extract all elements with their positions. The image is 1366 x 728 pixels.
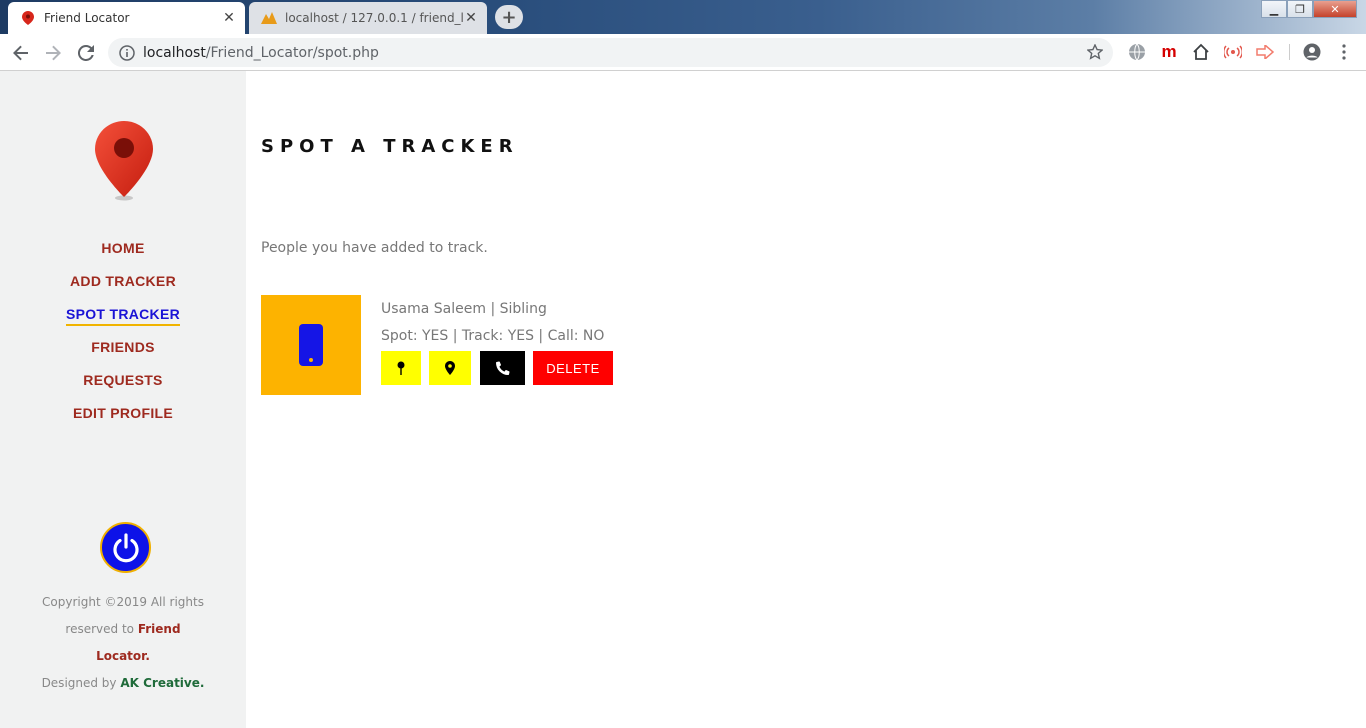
sidebar-item-edit-profile[interactable]: EDIT PROFILE (0, 403, 246, 436)
designer-link[interactable]: AK Creative. (120, 676, 204, 690)
url-path: /Friend_Locator/spot.php (205, 44, 379, 61)
forward-icon[interactable] (40, 40, 66, 66)
sidebar-item-label: SPOT TRACKER (65, 306, 181, 326)
toolbar-divider (1289, 44, 1290, 60)
home-icon[interactable] (1191, 42, 1211, 62)
tracker-status: Spot: YES | Track: YES | Call: NO (381, 328, 605, 344)
minimize-icon[interactable]: ▁ (1261, 0, 1287, 18)
sidebar-item-add-tracker[interactable]: ADD TRACKER (0, 271, 246, 304)
sidebar-footer: Copyright ©2019 All rights reserved to F… (30, 589, 216, 697)
close-tab-icon[interactable]: ✕ (463, 10, 479, 26)
brand-link-cont[interactable]: Locator. (96, 649, 150, 663)
m-extension-icon[interactable]: m (1159, 42, 1179, 62)
sidebar-item-requests[interactable]: REQUESTS (0, 370, 246, 403)
sidebar-item-label: HOME (101, 240, 145, 256)
spot-button[interactable] (381, 351, 421, 385)
url-text: localhost/Friend_Locator/spot.php (143, 45, 379, 61)
page-title: SPOT A TRACKER (261, 136, 519, 157)
phone-icon (495, 361, 510, 375)
copyright-reserved-text: reserved to (65, 622, 138, 636)
copyright-line3: Locator. (30, 643, 216, 670)
designed-by-text: Designed by (41, 676, 121, 690)
sidebar-item-home[interactable]: HOME (0, 238, 246, 271)
cast-extension-icon[interactable] (1223, 42, 1243, 62)
sidebar-item-spot-tracker[interactable]: SPOT TRACKER (0, 304, 246, 337)
power-icon (112, 532, 139, 562)
copyright-line2: reserved to Friend (30, 616, 216, 643)
url-host: localhost (143, 44, 206, 61)
logout-power-button[interactable] (100, 522, 151, 573)
sidebar-item-label: REQUESTS (83, 372, 163, 388)
tab-friend-locator[interactable]: Friend Locator ✕ (8, 2, 245, 34)
mobile-phone-icon (299, 324, 323, 366)
close-window-icon[interactable]: ✕ (1313, 0, 1357, 18)
chrome-menu-icon[interactable] (1334, 42, 1354, 62)
window-controls: ▁ ❐ ✕ (1261, 0, 1357, 18)
call-button[interactable] (480, 351, 525, 385)
map-pin-favicon-icon (20, 10, 36, 26)
copyright-line1: Copyright ©2019 All rights (42, 595, 204, 609)
profile-avatar-icon[interactable] (1302, 42, 1322, 62)
new-tab-button[interactable]: + (495, 5, 523, 29)
address-bar[interactable]: localhost/Friend_Locator/spot.php (108, 38, 1113, 67)
delete-button[interactable]: DELETE (533, 351, 613, 385)
designed-by-line: Designed by AK Creative. (30, 670, 216, 697)
tracker-avatar (261, 295, 361, 395)
bookmark-star-icon[interactable] (1086, 43, 1104, 60)
browser-toolbar: localhost/Friend_Locator/spot.php m (0, 34, 1366, 71)
brand-link[interactable]: Friend (138, 622, 181, 636)
track-button[interactable] (429, 351, 471, 385)
tab-phpmyadmin[interactable]: localhost / 127.0.0.1 / friend_loca ✕ (249, 2, 487, 34)
sidebar-item-label: ADD TRACKER (70, 273, 176, 289)
reload-icon[interactable] (73, 40, 99, 66)
tab-title: Friend Locator (44, 11, 130, 25)
phpmyadmin-favicon-icon (261, 10, 277, 26)
globe-extension-icon[interactable] (1127, 42, 1147, 62)
share-extension-icon[interactable] (1255, 42, 1275, 62)
tracker-name: Usama Saleem | Sibling (381, 301, 547, 317)
map-pin-logo-icon[interactable] (92, 119, 156, 201)
sidebar-item-friends[interactable]: FRIENDS (0, 337, 246, 370)
restore-icon[interactable]: ❐ (1287, 0, 1313, 18)
close-tab-icon[interactable]: ✕ (221, 10, 237, 26)
back-icon[interactable] (8, 40, 34, 66)
browser-tab-bar: Friend Locator ✕ localhost / 127.0.0.1 /… (0, 0, 1366, 34)
sidebar: HOME ADD TRACKER SPOT TRACKER FRIENDS RE… (0, 71, 246, 728)
page-subtitle: People you have added to track. (261, 240, 488, 256)
info-icon[interactable] (119, 44, 135, 61)
map-marker-icon (445, 361, 455, 375)
sidebar-item-label: FRIENDS (91, 339, 155, 355)
sidebar-item-label: EDIT PROFILE (72, 405, 174, 421)
tab-title: localhost / 127.0.0.1 / friend_loca (285, 11, 463, 25)
sidebar-nav: HOME ADD TRACKER SPOT TRACKER FRIENDS RE… (0, 238, 246, 436)
pushpin-icon (397, 361, 405, 375)
